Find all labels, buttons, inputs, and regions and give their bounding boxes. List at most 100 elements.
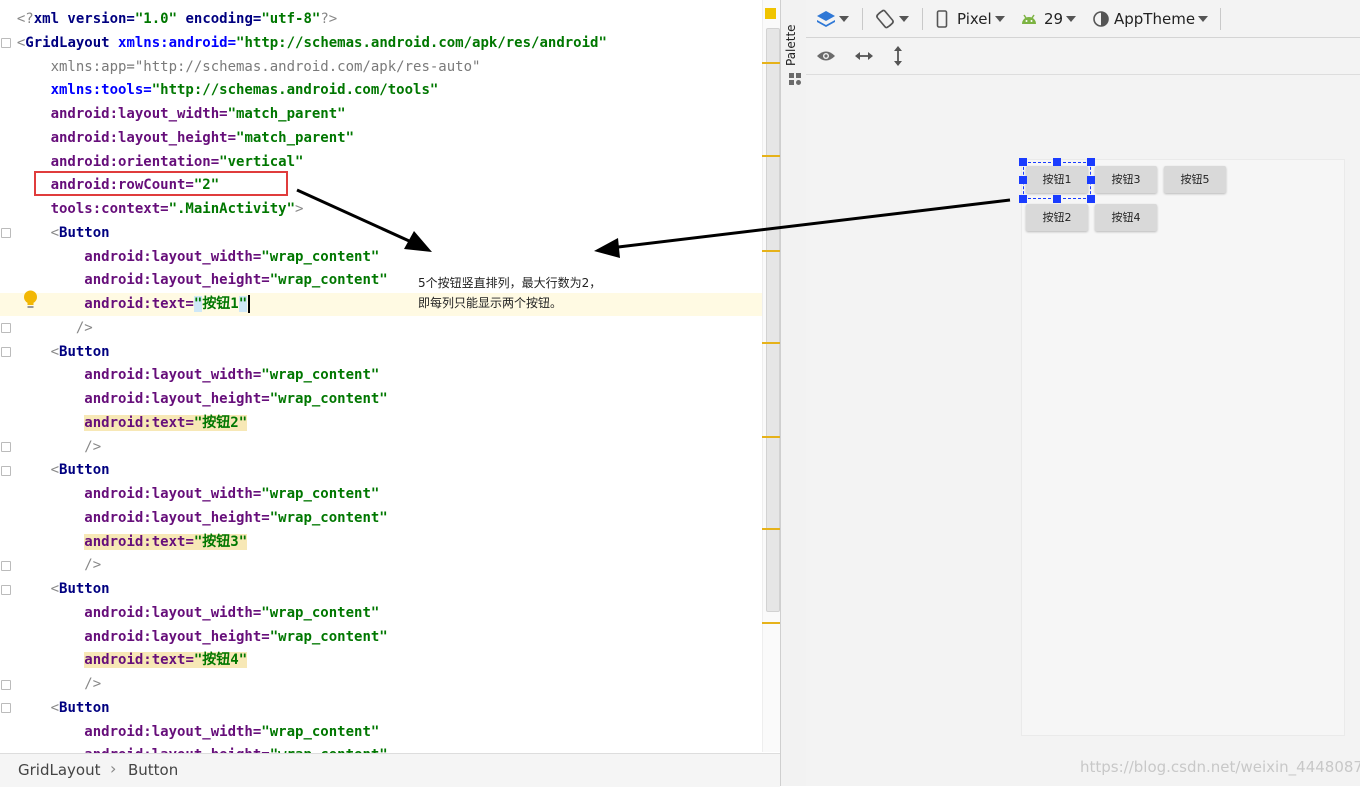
breadcrumb-item-button[interactable]: Button xyxy=(128,761,178,779)
code-line[interactable]: <Button xyxy=(0,459,110,482)
api-level-label: 29 xyxy=(1044,10,1064,28)
code-line[interactable]: android:layout_height="wrap_content" xyxy=(0,269,387,292)
inspection-status-icon[interactable] xyxy=(765,8,776,19)
stripe-marker[interactable] xyxy=(762,62,780,64)
phone-icon xyxy=(936,10,948,28)
layout-designer[interactable]: Pixel 29 AppTheme 按钮1 按钮3 按钮5 按钮2 按钮4 xyxy=(806,0,1360,786)
code-line[interactable]: android:layout_width="wrap_content" xyxy=(0,246,379,269)
code-token: xml version= xyxy=(33,11,135,27)
resize-handle[interactable] xyxy=(1053,158,1061,166)
stripe-marker[interactable] xyxy=(762,622,780,624)
fold-marker[interactable] xyxy=(1,38,11,48)
design-surface-button[interactable] xyxy=(816,8,849,30)
code-line[interactable]: <Button xyxy=(0,697,110,720)
fold-marker[interactable] xyxy=(1,703,11,713)
code-line[interactable]: android:text="按钮2" xyxy=(0,412,248,435)
fold-marker[interactable] xyxy=(1,228,11,238)
code-line[interactable]: <Button xyxy=(0,222,110,245)
api-level-selector[interactable]: 29 xyxy=(1020,8,1077,30)
stripe-marker[interactable] xyxy=(762,528,780,530)
code-line[interactable]: xmlns:app="http://schemas.android.com/ap… xyxy=(0,56,481,79)
code-line[interactable]: android:text="按钮3" xyxy=(0,531,248,554)
horizontal-resize-icon[interactable] xyxy=(854,48,874,64)
code-line[interactable]: android:layout_height="match_parent" xyxy=(0,127,354,150)
code-line[interactable]: android:text="按钮1" xyxy=(0,293,766,316)
resize-handle[interactable] xyxy=(1019,176,1027,184)
code-line[interactable]: /> xyxy=(0,317,93,340)
code-line[interactable]: android:layout_width="wrap_content" xyxy=(0,483,379,506)
orientation-button[interactable] xyxy=(874,8,909,30)
fold-marker[interactable] xyxy=(1,466,11,476)
code-line[interactable]: android:layout_width="wrap_content" xyxy=(0,364,379,387)
preview-button-4[interactable]: 按钮4 xyxy=(1095,204,1157,231)
code-line[interactable]: android:layout_height="wrap_content" xyxy=(0,507,387,530)
preview-button-3[interactable]: 按钮3 xyxy=(1095,166,1157,193)
designer-toolbar: Pixel 29 AppTheme xyxy=(806,0,1360,38)
code-line[interactable]: /> xyxy=(0,554,101,577)
code-token: 按钮1 xyxy=(202,296,239,312)
fold-marker[interactable] xyxy=(1,680,11,690)
code-line[interactable]: android:text="按钮4" xyxy=(0,649,248,672)
palette-icon[interactable] xyxy=(788,72,802,86)
fold-marker[interactable] xyxy=(1,585,11,595)
resize-handle[interactable] xyxy=(1019,158,1027,166)
code-line[interactable]: /> xyxy=(0,436,101,459)
device-preview-canvas[interactable]: 按钮1 按钮3 按钮5 按钮2 按钮4 xyxy=(1019,158,1344,735)
code-token: android:layout_height= xyxy=(16,129,237,146)
code-line[interactable]: /> xyxy=(0,673,101,696)
stripe-marker[interactable] xyxy=(762,342,780,344)
stripe-marker[interactable] xyxy=(762,436,780,438)
fold-marker[interactable] xyxy=(1,561,11,571)
code-token: > xyxy=(295,201,304,217)
code-line[interactable]: xmlns:tools="http://schemas.android.com/… xyxy=(0,79,439,102)
code-line[interactable]: android:layout_width="wrap_content" xyxy=(0,602,379,625)
code-token: android:text= xyxy=(16,296,194,312)
preview-button-5[interactable]: 按钮5 xyxy=(1164,166,1226,193)
stripe-marker[interactable] xyxy=(762,250,780,252)
resize-handle[interactable] xyxy=(1087,176,1095,184)
code-line[interactable]: android:layout_height="wrap_content" xyxy=(0,626,387,649)
resize-handle[interactable] xyxy=(1053,195,1061,203)
palette-tab[interactable]: Palette xyxy=(784,24,798,66)
vertical-resize-icon[interactable] xyxy=(890,45,906,67)
fold-marker[interactable] xyxy=(1,347,11,357)
selection-outline xyxy=(1023,162,1091,199)
breadcrumb-item-gridlayout[interactable]: GridLayout xyxy=(18,761,100,779)
rotate-device-icon xyxy=(876,9,894,29)
code-token: android:layout_width= xyxy=(16,248,262,265)
fold-marker[interactable] xyxy=(1,442,11,452)
resize-handle[interactable] xyxy=(1087,195,1095,203)
code-token: /> xyxy=(16,438,102,455)
editor-scrollbar-thumb[interactable] xyxy=(766,28,780,612)
resize-handle[interactable] xyxy=(1019,195,1027,203)
code-token: xmlns:app="http://schemas.android.com/ap… xyxy=(16,58,481,75)
code-line[interactable]: <GridLayout xmlns:android="http://schema… xyxy=(0,32,607,55)
code-token: android:text= xyxy=(84,652,194,669)
device-selector[interactable]: Pixel xyxy=(936,8,1005,30)
code-line[interactable]: android:layout_width="match_parent" xyxy=(0,103,346,126)
preview-button-2[interactable]: 按钮2 xyxy=(1026,204,1088,231)
code-line[interactable]: android:layout_height="wrap_content" xyxy=(0,388,387,411)
code-line[interactable]: tools:context=".MainActivity"> xyxy=(0,198,304,221)
fold-marker[interactable] xyxy=(1,323,11,333)
code-editor[interactable]: <?xml version="1.0" encoding="utf-8"?> <… xyxy=(0,0,781,787)
code-line[interactable]: <Button xyxy=(0,578,110,601)
code-token: android:layout_height= xyxy=(16,628,270,645)
lightbulb-icon[interactable] xyxy=(22,289,39,311)
code-token: Button xyxy=(59,462,110,479)
code-line[interactable]: <?xml version="1.0" encoding="utf-8"?> xyxy=(0,8,337,31)
eye-icon[interactable] xyxy=(816,48,836,64)
theme-selector[interactable]: AppTheme xyxy=(1092,8,1209,30)
resize-handle[interactable] xyxy=(1087,158,1095,166)
code-line[interactable]: android:layout_width="wrap_content" xyxy=(0,721,379,744)
stripe-marker[interactable] xyxy=(762,155,780,157)
code-line[interactable]: <Button xyxy=(0,341,110,364)
